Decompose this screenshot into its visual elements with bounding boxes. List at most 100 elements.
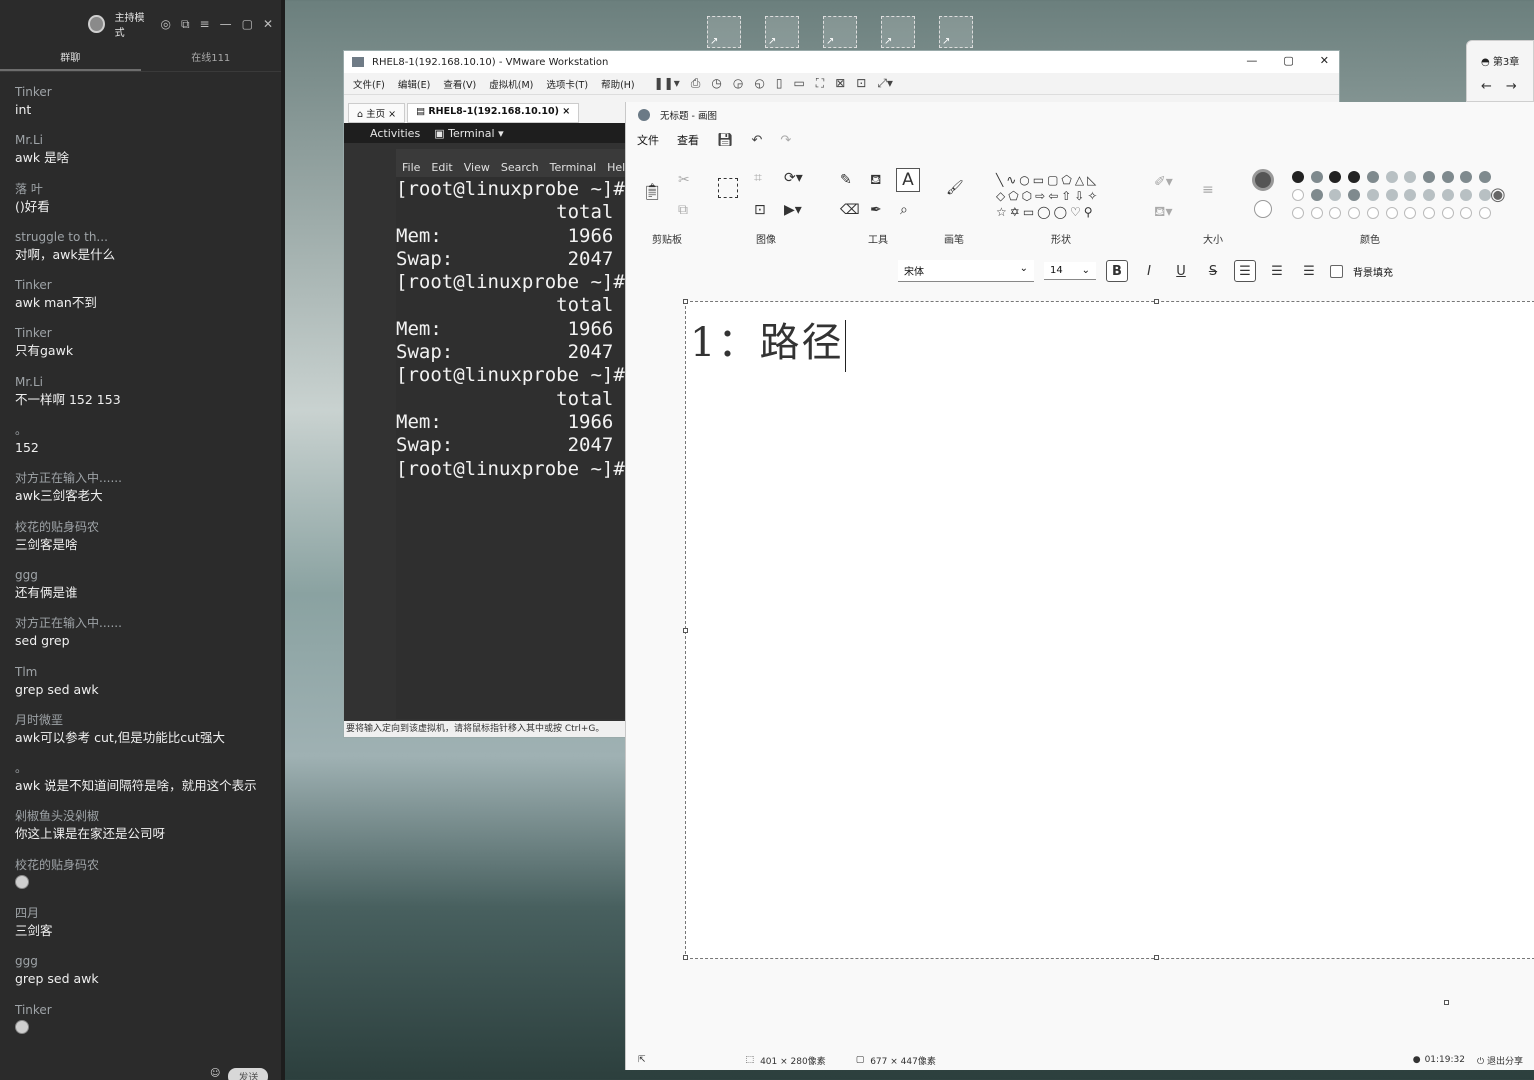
color-swatch[interactable] [1385, 207, 1398, 219]
minimize-icon[interactable]: — [1246, 54, 1257, 67]
color-swatch[interactable] [1441, 189, 1454, 201]
tab-group-chat[interactable]: 群聊 [0, 48, 141, 71]
save-icon[interactable]: 💾︎ [717, 133, 734, 148]
background-fill-checkbox[interactable] [1330, 264, 1343, 278]
resize-handle[interactable] [1154, 299, 1159, 304]
terminal-menu-file[interactable]: File [402, 161, 420, 174]
tab-online[interactable]: 在线111 [141, 48, 282, 71]
browser-window[interactable]: ◓ 第3章 ← → [1466, 40, 1534, 102]
stretch-icon[interactable]: ⤢▾ [877, 76, 893, 91]
text-tool-icon[interactable]: A [896, 168, 920, 192]
vm-screen[interactable]: Activities ▣ Terminal ▾ File Edit View S… [344, 123, 632, 721]
terminal-menu-edit[interactable]: Edit [431, 161, 452, 174]
italic-button[interactable]: I [1138, 260, 1160, 282]
color-swatch[interactable] [1366, 207, 1379, 219]
color-swatch[interactable] [1441, 207, 1454, 219]
color-swatch[interactable] [1292, 189, 1304, 201]
menu-tabs[interactable]: 选项卡(T) [546, 77, 588, 91]
align-right-icon[interactable]: ☰ [1298, 260, 1320, 282]
canvas-text-box[interactable]: 1：路径 [690, 310, 847, 372]
color-swatch[interactable] [1329, 207, 1342, 219]
revert-snapshot-icon[interactable]: ◶ [733, 76, 743, 91]
color-swatch[interactable] [1348, 207, 1361, 219]
snapshot-manager-icon[interactable]: ◵ [754, 76, 764, 91]
close-icon[interactable]: ✕ [263, 17, 273, 31]
size-icon[interactable]: ≡ [1202, 182, 1214, 198]
color-swatch[interactable] [1422, 171, 1435, 183]
menu-file[interactable]: 文件 [637, 132, 659, 148]
color-swatch[interactable] [1404, 207, 1417, 219]
undo-icon[interactable]: ↶ [752, 133, 763, 148]
maximize-icon[interactable]: ▢ [242, 17, 253, 31]
color-swatch[interactable] [1385, 189, 1398, 201]
forward-icon[interactable]: → [1506, 79, 1517, 94]
terminal-menu-view[interactable]: View [464, 161, 490, 174]
desktop-thumbnail[interactable]: ↗ [939, 16, 973, 48]
color-swatch[interactable] [1366, 171, 1379, 183]
settings-icon[interactable]: ◎ [160, 17, 170, 31]
color-swatch[interactable] [1479, 189, 1491, 201]
color-swatch[interactable] [1292, 207, 1304, 219]
strikethrough-button[interactable]: S [1202, 260, 1224, 282]
color-swatch[interactable] [1329, 171, 1342, 183]
send-keys-icon[interactable]: ⎙ [691, 76, 701, 91]
redo-icon[interactable]: ↷ [780, 133, 791, 148]
resize-handle[interactable] [683, 628, 688, 633]
paste-icon[interactable]: 📋︎ [642, 182, 662, 201]
thumbnail-icon[interactable]: ▭ [793, 76, 804, 91]
resize-icon[interactable]: ⊡ [754, 202, 766, 218]
color-picker-icon[interactable]: ✒ [870, 202, 882, 218]
fill-icon[interactable]: ⛾ [870, 172, 881, 190]
color-swatch[interactable] [1460, 171, 1473, 183]
color-swatch[interactable] [1441, 171, 1454, 183]
desktop-thumbnail[interactable]: ↗ [881, 16, 915, 48]
desktop-thumbnail[interactable]: ↗ [823, 16, 857, 48]
terminal-output[interactable]: [root@linuxprobe ~]# total Mem: 1966 Swa… [396, 177, 626, 481]
brush-icon[interactable]: 🖌︎ [946, 180, 964, 196]
color-swatch[interactable] [1479, 171, 1491, 183]
bold-button[interactable]: B [1106, 260, 1128, 282]
flip-icon[interactable]: ▶▾ [784, 202, 802, 218]
menu-icon[interactable]: ≡ [200, 17, 210, 31]
emoji-picker-icon[interactable]: ☺ [210, 1068, 220, 1080]
drawing-canvas[interactable]: 1：路径 [683, 299, 1534, 960]
color-swatch[interactable] [1310, 189, 1323, 201]
terminal-window[interactable]: File Edit View Search Terminal Help [roo… [396, 149, 632, 719]
color-swatch[interactable] [1422, 207, 1435, 219]
rotate-icon[interactable]: ⟳▾ [784, 170, 803, 186]
eraser-icon[interactable]: ⌫ [840, 202, 860, 218]
color-swatch[interactable] [1310, 207, 1323, 219]
fill-style-icon[interactable]: ⛾▾ [1154, 204, 1172, 222]
snapshot-icon[interactable]: ◷ [711, 76, 721, 91]
color-swatch[interactable] [1348, 189, 1361, 201]
color-swatch[interactable] [1366, 189, 1379, 201]
menu-view[interactable]: 查看 [677, 132, 699, 148]
terminal-menu-terminal[interactable]: Terminal [550, 161, 597, 174]
resize-handle[interactable] [683, 955, 688, 960]
app-menu[interactable]: ▣ Terminal ▾ [434, 127, 503, 140]
resize-handle[interactable] [1154, 955, 1159, 960]
unity-icon[interactable]: ⊠ [835, 76, 845, 91]
color-swatch[interactable] [1479, 207, 1491, 219]
font-family-select[interactable]: 宋体 ⌄ [898, 260, 1034, 282]
color-swatch[interactable] [1292, 171, 1304, 183]
magnifier-icon[interactable]: ⌕ [900, 202, 908, 218]
desktop-thumbnail[interactable]: ↗ [707, 16, 741, 48]
back-icon[interactable]: ← [1481, 79, 1492, 94]
terminal-menu-search[interactable]: Search [501, 161, 539, 174]
color-swatch[interactable] [1404, 189, 1417, 201]
activities-button[interactable]: Activities [370, 127, 420, 140]
pencil-icon[interactable]: ✎ [840, 172, 852, 188]
color-swatch[interactable] [1422, 189, 1435, 201]
menu-file[interactable]: 文件(F) [353, 77, 385, 91]
copy-icon[interactable]: ⧉ [678, 202, 688, 218]
resize-handle[interactable] [1444, 1000, 1449, 1005]
exit-share-button[interactable]: ⏻ 退出分享 [1477, 1054, 1523, 1067]
send-button[interactable]: 发送 [228, 1068, 269, 1080]
outline-icon[interactable]: ✐▾ [1154, 174, 1173, 190]
edit-colors-icon[interactable]: ◉ [1490, 184, 1506, 205]
color-swatch[interactable] [1310, 171, 1323, 183]
align-center-icon[interactable]: ☰ [1266, 260, 1288, 282]
menu-vm[interactable]: 虚拟机(M) [489, 77, 533, 91]
menu-help[interactable]: 帮助(H) [601, 77, 635, 91]
